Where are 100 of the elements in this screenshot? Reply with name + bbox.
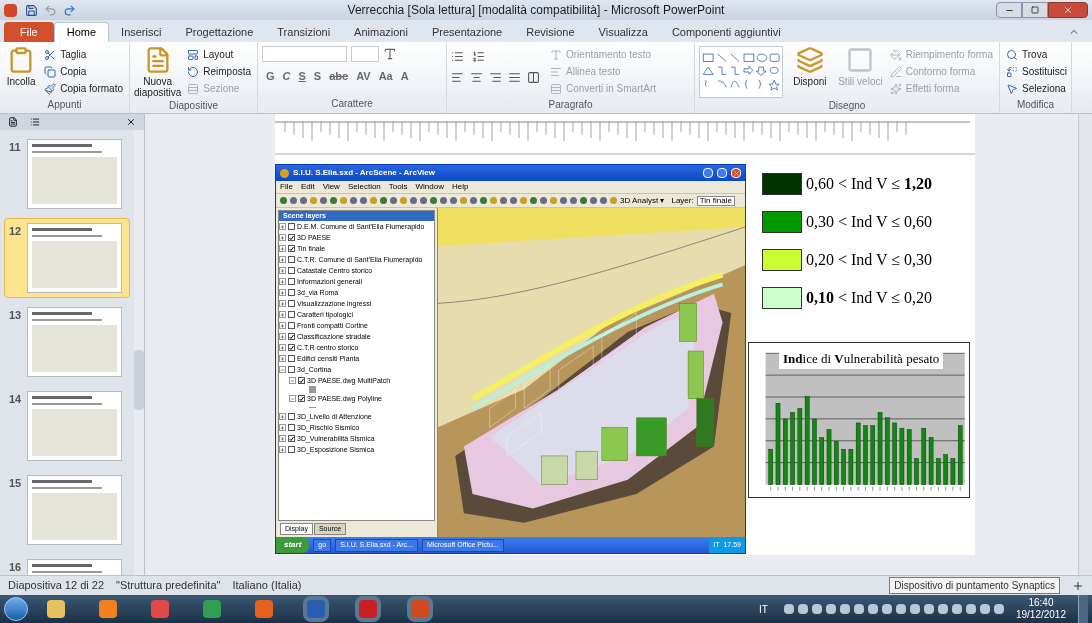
- ribbon-button[interactable]: Seleziona: [1004, 80, 1069, 97]
- format-button[interactable]: G: [266, 68, 275, 85]
- menu-item[interactable]: Selection: [347, 183, 381, 191]
- language-indicator[interactable]: IT: [759, 601, 768, 617]
- expander-icon[interactable]: [279, 289, 286, 296]
- expander-icon[interactable]: [279, 223, 286, 230]
- start-button[interactable]: start: [276, 537, 310, 553]
- close-icon[interactable]: [126, 117, 136, 127]
- start-orb-icon[interactable]: [4, 597, 28, 621]
- layer-checkbox[interactable]: [288, 446, 295, 453]
- restore-button[interactable]: [1022, 2, 1048, 18]
- expander-icon[interactable]: [279, 278, 286, 285]
- tray-icon[interactable]: [825, 604, 836, 614]
- layer-checkbox[interactable]: [288, 333, 295, 340]
- show-desktop-button[interactable]: [1078, 595, 1088, 623]
- layer-checkbox[interactable]: [288, 413, 295, 420]
- menu-item[interactable]: Window: [415, 183, 444, 191]
- layer-checkbox[interactable]: [288, 245, 295, 252]
- zoom-in-icon[interactable]: [1072, 579, 1084, 592]
- format-button[interactable]: AV: [356, 68, 371, 85]
- format-button[interactable]: A: [400, 68, 409, 85]
- expander-icon[interactable]: [279, 333, 286, 340]
- slide-thumbnail[interactable]: 11: [4, 134, 130, 214]
- layer-checkbox[interactable]: [288, 435, 295, 442]
- expander-icon[interactable]: [279, 446, 286, 453]
- format-button[interactable]: C: [282, 68, 291, 85]
- layer-checkbox[interactable]: [288, 355, 295, 362]
- ribbon-large-button[interactable]: Incolla: [4, 46, 39, 97]
- bullets-icon[interactable]: [451, 50, 464, 63]
- analyst-menu[interactable]: 3D Analyst ▾: [620, 196, 665, 205]
- expander-icon[interactable]: [279, 267, 286, 274]
- taskbar-app-icon[interactable]: [99, 600, 117, 618]
- ribbon-button[interactable]: Trova: [1004, 46, 1069, 63]
- taskbar-app-icon[interactable]: [203, 600, 221, 618]
- menu-item[interactable]: View: [322, 183, 340, 191]
- tray-icon[interactable]: [881, 604, 892, 614]
- scrollbar-thumb[interactable]: [134, 350, 144, 410]
- redo-icon[interactable]: [63, 3, 76, 17]
- columns-icon[interactable]: [527, 71, 540, 84]
- tray-icon[interactable]: [839, 604, 850, 614]
- ribbon-tab[interactable]: Transizioni: [265, 22, 343, 42]
- layer-checkbox[interactable]: [298, 395, 305, 402]
- align-left-icon[interactable]: [451, 71, 464, 84]
- expander-icon[interactable]: [279, 435, 286, 442]
- ribbon-button[interactable]: Sostituisci: [1004, 63, 1069, 80]
- app-icon[interactable]: [4, 3, 17, 17]
- ribbon-button[interactable]: Layout: [185, 46, 254, 63]
- layer-checkbox[interactable]: [288, 311, 295, 318]
- slide-thumbnail[interactable]: 12: [4, 218, 130, 298]
- ribbon-large-button[interactable]: Disponi: [786, 46, 834, 98]
- layer-checkbox[interactable]: [288, 424, 295, 431]
- ribbon-button[interactable]: Copia: [42, 63, 125, 80]
- tray-icon[interactable]: [895, 604, 906, 614]
- ribbon-tab[interactable]: Inserisci: [109, 22, 174, 42]
- layer-checkbox[interactable]: [288, 256, 295, 263]
- layer-checkbox[interactable]: [288, 234, 295, 241]
- shapes-gallery[interactable]: [699, 46, 783, 98]
- numbering-icon[interactable]: [472, 50, 485, 63]
- layer-checkbox[interactable]: [288, 300, 295, 307]
- save-icon[interactable]: [25, 3, 38, 17]
- menu-item[interactable]: Edit: [300, 183, 315, 191]
- ribbon-button[interactable]: Copia formato: [42, 80, 125, 97]
- slide-thumbnail[interactable]: 15: [4, 470, 130, 550]
- tray-icon[interactable]: [783, 604, 794, 614]
- ribbon-large-button[interactable]: Nuova diapositiva: [134, 46, 182, 98]
- expander-icon[interactable]: [279, 256, 286, 263]
- format-button[interactable]: abc: [329, 68, 349, 85]
- tray-icon[interactable]: [853, 604, 864, 614]
- justify-icon[interactable]: [508, 71, 521, 84]
- ribbon-tab[interactable]: Componenti aggiuntivi: [659, 22, 793, 42]
- format-button[interactable]: S: [298, 68, 306, 85]
- ribbon-tab[interactable]: File: [4, 22, 54, 42]
- layer-checkbox[interactable]: [288, 344, 295, 351]
- layer-checkbox[interactable]: [298, 377, 305, 384]
- ribbon-tab[interactable]: Revisione: [514, 22, 587, 42]
- expander-icon[interactable]: [279, 424, 286, 431]
- expander-icon[interactable]: [279, 413, 286, 420]
- menu-item[interactable]: Tools: [388, 183, 408, 191]
- tray-icon[interactable]: [951, 604, 962, 614]
- close-button[interactable]: [1048, 2, 1088, 18]
- expander-icon[interactable]: [279, 300, 286, 307]
- ribbon-tab[interactable]: Animazioni: [342, 22, 420, 42]
- layer-checkbox[interactable]: [288, 278, 295, 285]
- ribbon-tab[interactable]: Home: [53, 22, 110, 42]
- layer-checkbox[interactable]: [288, 267, 295, 274]
- ribbon-tab[interactable]: Presentazione: [419, 22, 515, 42]
- slide-thumbnail[interactable]: 13: [4, 302, 130, 382]
- expander-icon[interactable]: [279, 322, 286, 329]
- ribbon-button[interactable]: Reimposta: [185, 63, 254, 80]
- expander-icon[interactable]: [279, 311, 286, 318]
- layer-field[interactable]: Tin finale: [696, 195, 735, 206]
- taskbar-app-icon[interactable]: [255, 600, 273, 618]
- slides-tab-icon[interactable]: [8, 117, 18, 127]
- expander-icon[interactable]: [279, 355, 286, 362]
- tray-icon[interactable]: [797, 604, 808, 614]
- layer-checkbox[interactable]: [288, 366, 295, 373]
- expander-icon[interactable]: [279, 344, 286, 351]
- outline-tab-icon[interactable]: [30, 117, 40, 127]
- format-button[interactable]: S: [313, 68, 322, 85]
- format-button[interactable]: Aa: [378, 68, 393, 85]
